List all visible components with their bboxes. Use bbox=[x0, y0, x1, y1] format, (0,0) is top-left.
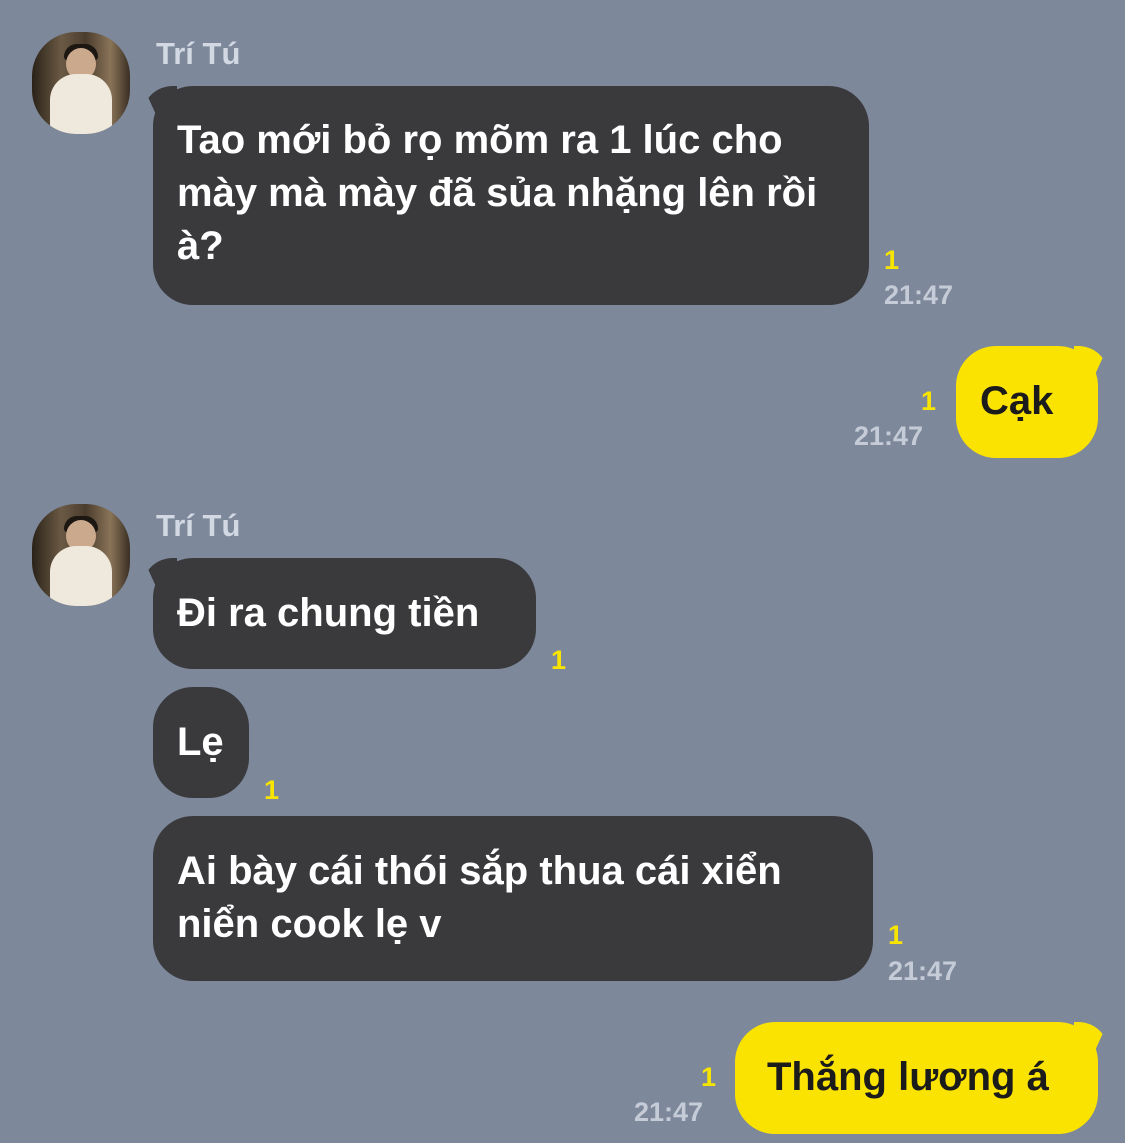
message-time: 21:47 bbox=[888, 956, 958, 986]
message-text: Ai bày cái thói sắp thua cái xiển niển c… bbox=[177, 849, 782, 946]
outgoing-message-bubble[interactable]: Cạk bbox=[956, 346, 1098, 458]
message-text: Thắng lương á bbox=[767, 1055, 1049, 1099]
incoming-message-bubble[interactable]: Ai bày cái thói sắp thua cái xiển niển c… bbox=[153, 816, 873, 981]
incoming-message-bubble[interactable]: Đi ra chung tiền bbox=[153, 558, 536, 669]
avatar-photo-body bbox=[50, 74, 112, 134]
message-time: 21:47 bbox=[634, 1097, 704, 1127]
avatar-photo-body bbox=[50, 546, 112, 606]
unread-count: 1 bbox=[888, 920, 904, 950]
unread-count: 1 bbox=[701, 1062, 717, 1092]
sender-name: Trí Tú bbox=[156, 508, 241, 543]
sender-name: Trí Tú bbox=[156, 36, 241, 71]
unread-count: 1 bbox=[884, 245, 900, 275]
message-text: Cạk bbox=[980, 379, 1054, 423]
incoming-message-bubble[interactable]: Tao mới bỏ rọ mõm ra 1 lúc cho mày mà mà… bbox=[153, 86, 869, 305]
message-text: Lẹ bbox=[177, 720, 224, 764]
message-text: Đi ra chung tiền bbox=[177, 591, 480, 635]
unread-count: 1 bbox=[264, 775, 280, 805]
incoming-message-bubble[interactable]: Lẹ bbox=[153, 687, 249, 798]
unread-count: 1 bbox=[551, 645, 567, 675]
message-time: 21:47 bbox=[854, 421, 924, 451]
outgoing-message-bubble[interactable]: Thắng lương á bbox=[735, 1022, 1098, 1134]
unread-count: 1 bbox=[921, 386, 937, 416]
message-time: 21:47 bbox=[884, 280, 954, 310]
avatar[interactable] bbox=[32, 32, 130, 134]
avatar[interactable] bbox=[32, 504, 130, 606]
message-text: Tao mới bỏ rọ mõm ra 1 lúc cho mày mà mà… bbox=[177, 118, 818, 268]
